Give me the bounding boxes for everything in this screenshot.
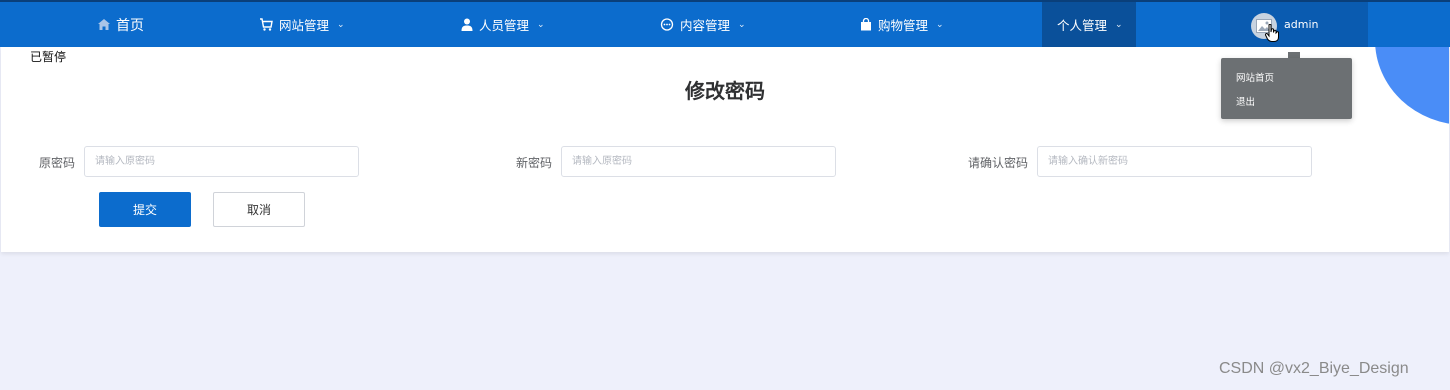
home-icon	[98, 19, 110, 30]
chevron-down-icon: ⌄	[1115, 19, 1123, 30]
nav-website[interactable]: 网站管理 ⌄	[259, 2, 345, 47]
chevron-down-icon: ⌄	[936, 19, 944, 30]
submit-button[interactable]: 提交	[99, 192, 191, 227]
paused-indicator: 已暂停	[30, 50, 67, 64]
nav-personal[interactable]: 个人管理 ⌄	[1057, 2, 1123, 47]
old-password-input[interactable]	[84, 146, 359, 177]
dropdown-item-logout[interactable]: 退出	[1236, 94, 1255, 108]
nav-home-label: 首页	[116, 17, 144, 34]
confirm-password-label: 请确认密码	[968, 156, 1029, 170]
confirm-password-input[interactable]	[1037, 146, 1312, 177]
watermark: CSDN @vx2_Biye_Design	[1219, 360, 1409, 377]
hand-pointer-icon	[1264, 23, 1279, 46]
username[interactable]: admin	[1284, 18, 1318, 31]
top-nav-bar: 首页 网站管理 ⌄ 人员管理 ⌄ 内容管理 ⌄ 购物管理 ⌄ 个人管理 ⌄ ad…	[0, 0, 1450, 47]
user-dropdown-menu: 网站首页 退出	[1221, 58, 1352, 119]
chevron-down-icon: ⌄	[337, 19, 345, 30]
nav-shopping-label: 购物管理	[878, 18, 929, 33]
new-password-input[interactable]	[561, 146, 836, 177]
nav-website-label: 网站管理	[279, 18, 330, 33]
chevron-down-icon: ⌄	[537, 19, 545, 30]
nav-home[interactable]: 首页	[98, 2, 144, 47]
nav-shopping[interactable]: 购物管理 ⌄	[860, 2, 944, 47]
nav-content-label: 内容管理	[680, 18, 731, 33]
cancel-button[interactable]: 取消	[213, 192, 305, 227]
bag-icon	[860, 18, 872, 31]
nav-personnel[interactable]: 人员管理 ⌄	[461, 2, 545, 47]
new-password-label: 新密码	[516, 156, 553, 170]
old-password-label: 原密码	[39, 156, 76, 170]
nav-content[interactable]: 内容管理 ⌄	[660, 2, 746, 47]
person-icon	[461, 18, 473, 31]
nav-personal-label: 个人管理	[1057, 18, 1108, 33]
nav-personnel-label: 人员管理	[479, 18, 530, 33]
shop-cart-icon	[259, 18, 273, 31]
chevron-down-icon: ⌄	[738, 19, 746, 30]
dropdown-item-home[interactable]: 网站首页	[1236, 70, 1274, 84]
chat-icon	[660, 18, 674, 31]
